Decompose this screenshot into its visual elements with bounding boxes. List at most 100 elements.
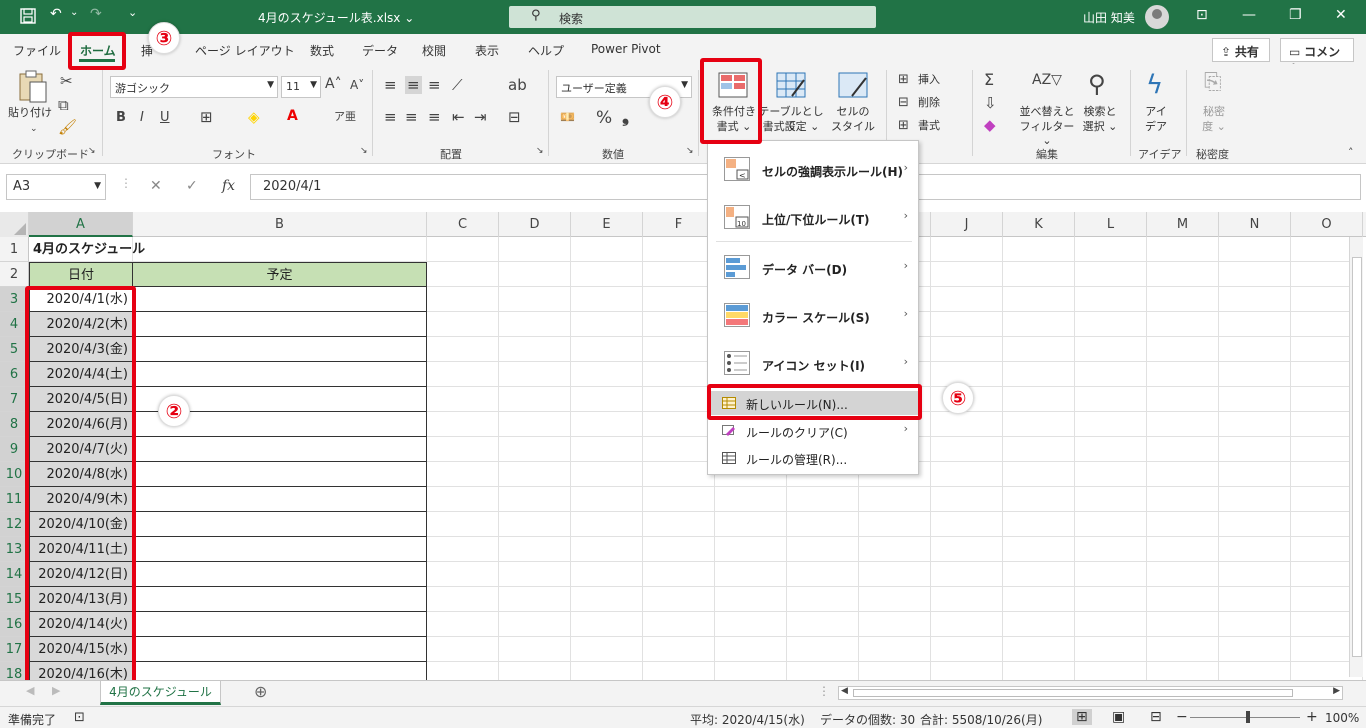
percent-button[interactable]: %: [596, 108, 612, 128]
avatar[interactable]: [1145, 5, 1169, 29]
tab-page-layout[interactable]: ページ レイアウト: [195, 42, 295, 59]
comma-style-button[interactable]: ❟: [622, 106, 629, 127]
format-painter-icon[interactable]: 🖌: [58, 118, 77, 136]
column-header-k[interactable]: K: [1003, 212, 1075, 237]
user-name[interactable]: 山田 知美: [1083, 9, 1135, 26]
cut-icon[interactable]: ✂: [60, 72, 73, 90]
column-header-b[interactable]: B: [133, 212, 427, 237]
row-header-2[interactable]: 2: [0, 262, 29, 287]
decrease-indent-icon[interactable]: ⇤: [452, 108, 465, 126]
prev-sheet-icon[interactable]: ◀: [26, 684, 34, 697]
orientation-icon[interactable]: ⟋: [452, 76, 463, 94]
font-size-select[interactable]: 11 ▼: [281, 76, 321, 98]
scroll-right-icon[interactable]: ▶: [1333, 686, 1340, 696]
format-cells-icon[interactable]: ⊞: [898, 118, 909, 133]
plan-cell[interactable]: [132, 637, 427, 662]
page-break-view-icon[interactable]: ⊟: [1150, 709, 1162, 725]
sheet-title-cell[interactable]: 4月のスケジュール: [29, 237, 329, 262]
plan-cell[interactable]: [132, 512, 427, 537]
tab-file[interactable]: ファイル: [13, 42, 61, 59]
status-count[interactable]: データの個数: 30: [820, 711, 915, 728]
menu-item-manage-rules[interactable]: ルールの管理(R)...: [708, 446, 918, 470]
column-header-a[interactable]: A: [29, 212, 133, 237]
sensitivity-icon[interactable]: ⎘: [1204, 70, 1222, 95]
column-header-e[interactable]: E: [571, 212, 643, 237]
plan-cell[interactable]: [132, 537, 427, 562]
zoom-out-button[interactable]: −: [1176, 709, 1188, 725]
align-top-icon[interactable]: ≡: [384, 76, 397, 94]
maximize-icon[interactable]: ❐: [1289, 7, 1302, 23]
sensitivity-label-2[interactable]: 度 ⌄: [1196, 120, 1232, 134]
column-header-n[interactable]: N: [1219, 212, 1291, 237]
plan-cell[interactable]: [132, 287, 427, 312]
header-plan-cell[interactable]: 予定: [132, 262, 427, 287]
sort-filter-icon[interactable]: AZ▽: [1032, 72, 1062, 88]
plan-cell[interactable]: [132, 487, 427, 512]
plan-cell[interactable]: [132, 612, 427, 637]
menu-item-icon-sets[interactable]: アイコン セット(I) ›: [708, 341, 918, 387]
format-label[interactable]: 書式: [918, 119, 940, 133]
scroll-left-icon[interactable]: ◀: [841, 686, 848, 696]
plan-cell[interactable]: [132, 337, 427, 362]
sort-filter-label-2[interactable]: フィルター ⌄: [1018, 120, 1076, 148]
align-center-icon[interactable]: ≡: [405, 108, 418, 126]
column-header-c[interactable]: C: [427, 212, 499, 237]
tab-view[interactable]: 表示: [475, 42, 499, 59]
comment-button[interactable]: ▭ コメント: [1280, 38, 1354, 76]
header-date-cell[interactable]: 日付: [29, 262, 133, 287]
cell-styles-icon[interactable]: [838, 72, 868, 98]
vertical-scrollbar[interactable]: [1349, 237, 1363, 677]
delete-label[interactable]: 削除: [918, 96, 940, 110]
split-handle-icon[interactable]: ⋮: [818, 684, 830, 698]
undo-dropdown-icon[interactable]: ⌄: [70, 7, 78, 18]
italic-button[interactable]: I: [140, 110, 144, 125]
sort-filter-label-1[interactable]: 並べ替えと: [1018, 105, 1076, 119]
select-all-button[interactable]: [0, 212, 29, 237]
plan-cell[interactable]: [132, 662, 427, 680]
wrap-text-icon[interactable]: ab: [508, 76, 527, 94]
decrease-font-icon[interactable]: A˅: [350, 78, 364, 92]
document-title[interactable]: 4月のスケジュール表.xlsx ⌄: [258, 9, 414, 26]
close-icon[interactable]: ✕: [1335, 7, 1347, 23]
plan-cell[interactable]: [132, 437, 427, 462]
normal-view-icon[interactable]: ⊞: [1072, 709, 1092, 725]
zoom-in-button[interactable]: +: [1306, 709, 1318, 725]
horizontal-scroll-thumb[interactable]: [853, 689, 1293, 697]
page-layout-view-icon[interactable]: ▣: [1112, 709, 1125, 725]
column-header-m[interactable]: M: [1147, 212, 1219, 237]
plan-cell[interactable]: [132, 562, 427, 587]
align-middle-icon[interactable]: ≡: [405, 76, 422, 94]
enter-formula-button[interactable]: ✓: [186, 178, 198, 194]
tab-power-pivot[interactable]: Power Pivot: [591, 42, 661, 56]
font-color-icon[interactable]: A: [287, 108, 298, 124]
bold-button[interactable]: B: [116, 110, 126, 125]
format-as-table-label-2[interactable]: 書式設定 ⌄: [758, 120, 824, 134]
column-header-o[interactable]: O: [1291, 212, 1363, 237]
tab-data[interactable]: データ: [362, 42, 398, 59]
increase-indent-icon[interactable]: ⇥: [474, 108, 487, 126]
insert-cells-icon[interactable]: ⊞: [898, 72, 909, 87]
clear-icon[interactable]: ◆: [984, 116, 996, 134]
macro-record-icon[interactable]: ⊡: [74, 710, 85, 725]
fill-color-icon[interactable]: ◈: [248, 108, 260, 126]
worksheet-grid[interactable]: A B C D E F G H I J K L M N O 1234567891…: [0, 212, 1366, 680]
plan-cell[interactable]: [132, 587, 427, 612]
find-select-icon[interactable]: ⚲: [1088, 70, 1106, 98]
plan-cell[interactable]: [132, 312, 427, 337]
save-icon[interactable]: [20, 8, 36, 28]
sheet-tab[interactable]: 4月のスケジュール: [100, 681, 221, 705]
undo-icon[interactable]: ↶: [50, 6, 62, 22]
status-average[interactable]: 平均: 2020/4/15(水): [690, 711, 805, 728]
add-sheet-button[interactable]: ⊕: [254, 682, 267, 701]
vertical-scroll-thumb[interactable]: [1352, 257, 1362, 657]
zoom-level[interactable]: 100%: [1325, 711, 1359, 725]
menu-item-color-scales[interactable]: カラー スケール(S) ›: [708, 293, 918, 339]
font-name-select[interactable]: 游ゴシック ▼: [110, 76, 278, 98]
format-as-table-icon[interactable]: [776, 72, 806, 98]
align-left-icon[interactable]: ≡: [384, 108, 397, 126]
copy-icon[interactable]: ⧉: [58, 96, 69, 114]
ideas-label-2[interactable]: デア: [1138, 120, 1174, 134]
search-box[interactable]: ⚲ 検索: [509, 6, 876, 28]
phonetic-icon[interactable]: ア亜: [334, 108, 356, 124]
clipboard-launcher-icon[interactable]: ↘: [88, 146, 96, 156]
